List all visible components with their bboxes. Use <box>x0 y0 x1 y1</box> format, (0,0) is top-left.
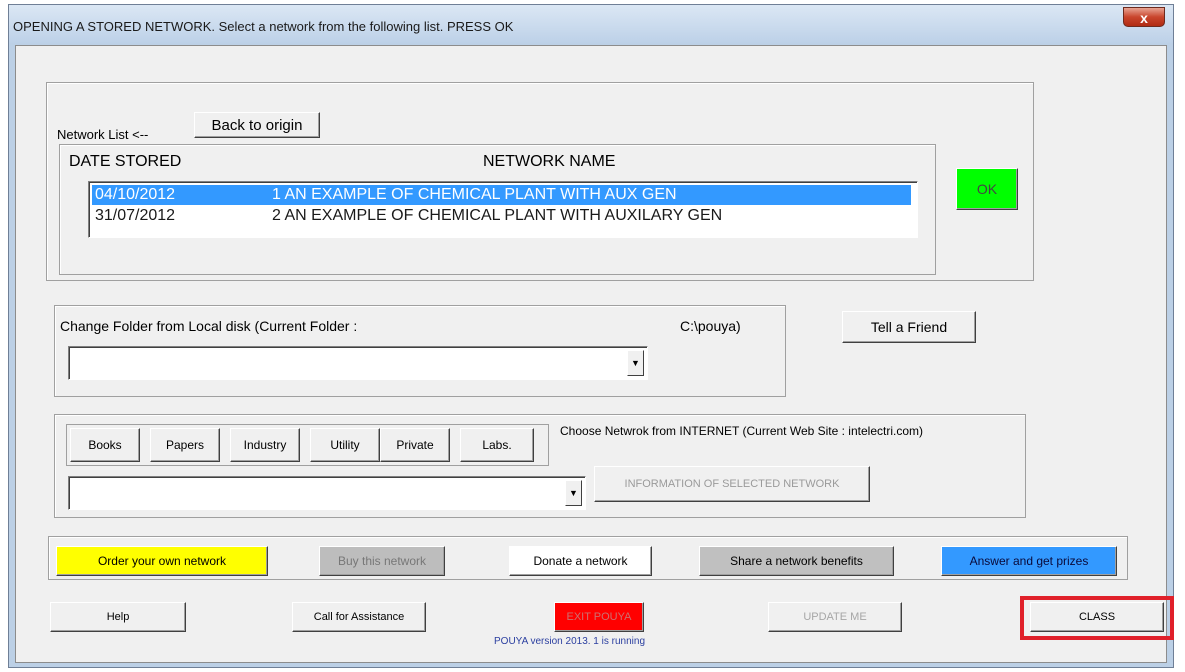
dropdown-arrow-icon[interactable]: ▼ <box>627 350 644 376</box>
close-button[interactable]: x <box>1123 7 1165 27</box>
share-network-benefits-button[interactable]: Share a network benefits <box>699 546 894 576</box>
version-status: POUYA version 2013. 1 is running <box>494 636 646 647</box>
information-of-selected-network-button[interactable]: INFORMATION OF SELECTED NETWORK <box>594 466 870 502</box>
dropdown-arrow-icon[interactable]: ▼ <box>565 480 582 506</box>
network-row-1[interactable]: 04/10/2012 1 AN EXAMPLE OF CHEMICAL PLAN… <box>92 185 911 205</box>
answer-and-get-prizes-button[interactable]: Answer and get prizes <box>941 546 1117 576</box>
network-row-2[interactable]: 31/07/2012 2 AN EXAMPLE OF CHEMICAL PLAN… <box>92 206 911 226</box>
close-icon: x <box>1140 10 1148 26</box>
donate-a-network-button[interactable]: Donate a network <box>509 546 652 576</box>
dialog-client-area: Network List <-- Back to origin DATE STO… <box>15 45 1174 663</box>
network-listbox[interactable]: 04/10/2012 1 AN EXAMPLE OF CHEMICAL PLAN… <box>88 181 918 238</box>
local-folder-label: Change Folder from Local disk (Current F… <box>60 318 358 334</box>
tab-books[interactable]: Books <box>70 428 140 462</box>
call-for-assistance-button[interactable]: Call for Assistance <box>292 602 426 632</box>
tell-a-friend-button[interactable]: Tell a Friend <box>842 311 976 343</box>
internet-network-combo[interactable]: ▼ <box>68 476 586 510</box>
tab-papers[interactable]: Papers <box>150 428 220 462</box>
update-me-button[interactable]: UPDATE ME <box>768 602 902 632</box>
back-to-origin-button[interactable]: Back to origin <box>194 112 320 138</box>
tab-labs[interactable]: Labs. <box>460 428 534 462</box>
network-list-label: Network List <-- <box>57 127 149 142</box>
network-row-name: 2 AN EXAMPLE OF CHEMICAL PLANT WITH AUXI… <box>272 207 723 224</box>
local-folder-combo[interactable]: ▼ <box>68 346 648 380</box>
network-row-date: 04/10/2012 <box>95 186 176 203</box>
help-button[interactable]: Help <box>50 602 186 632</box>
current-folder-path: C:\pouya) <box>680 318 741 334</box>
ok-button[interactable]: OK <box>956 168 1018 210</box>
column-header-network-name: NETWORK NAME <box>483 153 616 170</box>
network-row-date: 31/07/2012 <box>95 207 176 224</box>
tab-industry[interactable]: Industry <box>230 428 300 462</box>
window-title: OPENING A STORED NETWORK. Select a netwo… <box>13 19 514 34</box>
order-your-own-network-button[interactable]: Order your own network <box>56 546 268 576</box>
exit-pouya-button[interactable]: EXIT POUYA <box>554 602 644 632</box>
title-bar[interactable]: OPENING A STORED NETWORK. Select a netwo… <box>9 5 1173 43</box>
tab-utility[interactable]: Utility <box>310 428 380 462</box>
tab-private[interactable]: Private <box>380 428 450 462</box>
column-header-date: DATE STORED <box>69 153 182 170</box>
internet-label: Choose Netwrok from INTERNET (Current We… <box>560 424 923 438</box>
network-row-name: 1 AN EXAMPLE OF CHEMICAL PLANT WITH AUX … <box>272 186 677 203</box>
dialog-window: OPENING A STORED NETWORK. Select a netwo… <box>8 4 1174 668</box>
class-highlight-box <box>1020 596 1174 640</box>
buy-this-network-button[interactable]: Buy this network <box>319 546 445 576</box>
